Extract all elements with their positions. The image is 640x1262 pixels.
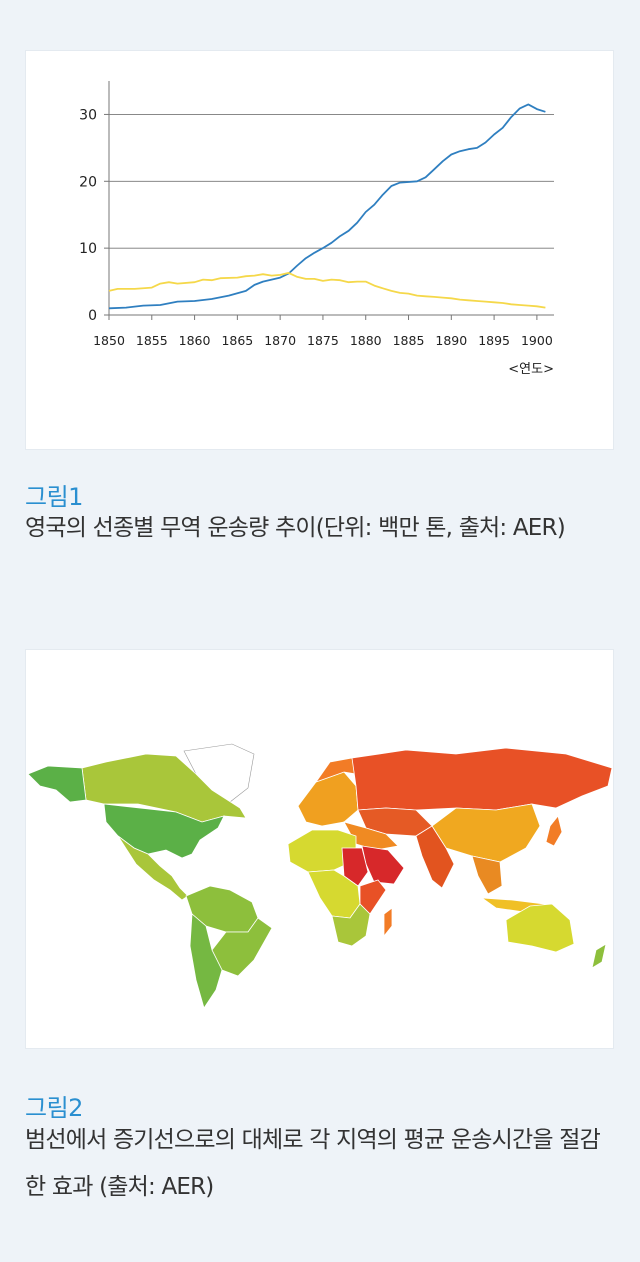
x-tick-label: 1885 bbox=[393, 333, 425, 348]
y-tick-label: 0 bbox=[88, 308, 97, 324]
world-choropleth-map bbox=[27, 743, 613, 1009]
x-tick-label: 1855 bbox=[136, 333, 168, 348]
chart-panel: 0 10 20 30 1850 1855 1860 1865 1870 1875 1880 1885 1… bbox=[25, 50, 614, 450]
map-region-southeast-asia bbox=[471, 855, 503, 895]
map-region-alaska bbox=[27, 765, 87, 803]
x-tick-label: 1875 bbox=[307, 333, 339, 348]
x-tick-label: 1880 bbox=[350, 333, 382, 348]
map-region-japan bbox=[545, 815, 563, 847]
world-map-panel bbox=[25, 649, 614, 1049]
line-chart: 0 10 20 30 1850 1855 1860 1865 1870 1875 1880 1885 1… bbox=[79, 81, 554, 377]
figure1-caption: 영국의 선종별 무역 운송량 추이(단위: 백만 톤, 출처: AER) bbox=[25, 515, 566, 541]
steam-series-line bbox=[108, 103, 546, 310]
figure2-caption: 범선에서 증기선으로의 대체로 각 지역의 평균 운송시간을 절감한 효과 (출… bbox=[25, 1127, 601, 1200]
map-region-arabian-peninsula bbox=[361, 845, 405, 885]
map-region-madagascar bbox=[383, 907, 393, 938]
gridlines bbox=[104, 81, 554, 320]
map-region-russia bbox=[351, 747, 613, 811]
tick-labels: 0 10 20 30 1850 1855 1860 1865 1870 1875 1880 1885 1… bbox=[79, 107, 553, 348]
map-region-europe bbox=[297, 771, 359, 827]
y-tick-label: 20 bbox=[79, 174, 97, 190]
x-tick-label: 1850 bbox=[93, 333, 125, 348]
x-tick-label: 1890 bbox=[435, 333, 467, 348]
x-tick-label: 1900 bbox=[521, 333, 553, 348]
y-tick-label: 10 bbox=[79, 241, 97, 257]
x-tick-label: 1860 bbox=[179, 333, 211, 348]
series-lines bbox=[108, 103, 546, 310]
map-region-new-zealand bbox=[591, 943, 607, 969]
x-tick-label: 1870 bbox=[264, 333, 296, 348]
x-tick-label: 1865 bbox=[221, 333, 253, 348]
x-tick-label: 1895 bbox=[478, 333, 510, 348]
x-axis-unit-label: <연도> bbox=[508, 362, 554, 377]
y-tick-label: 30 bbox=[79, 107, 97, 123]
